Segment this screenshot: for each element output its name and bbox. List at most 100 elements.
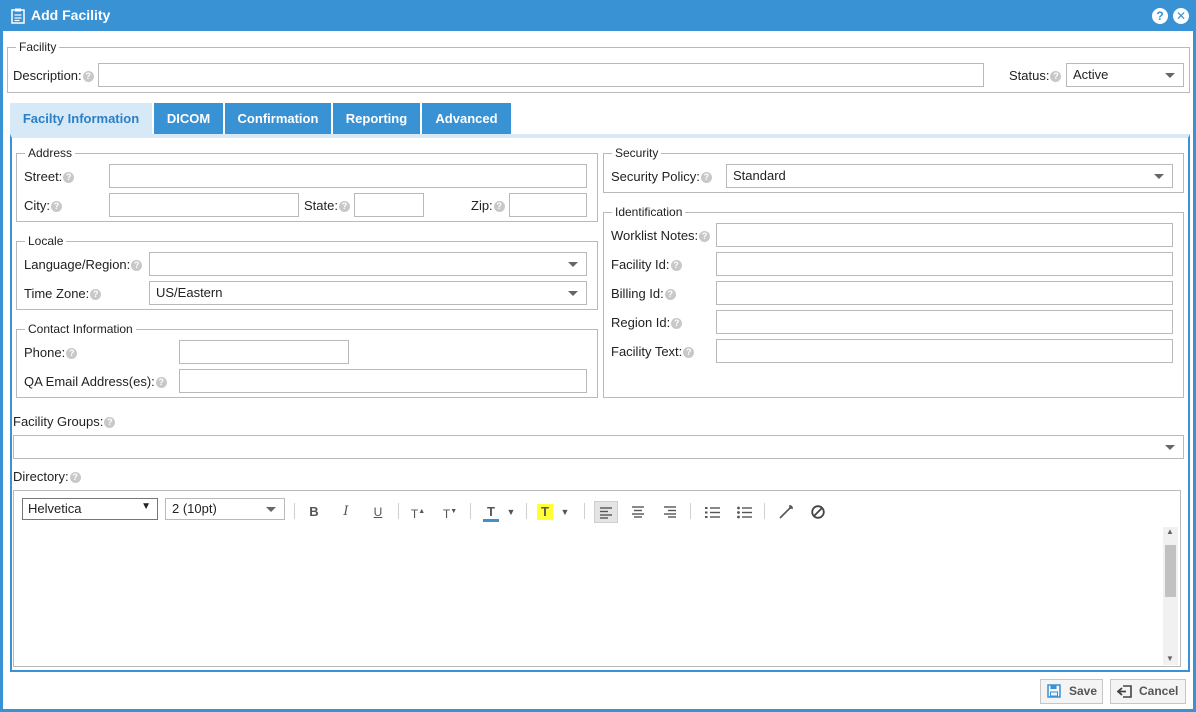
text-color-icon[interactable]: T [480,501,502,523]
clear-format-icon[interactable] [806,501,830,523]
region-id-input[interactable] [716,310,1173,334]
qa-email-label: QA Email Address(es):? [24,374,167,389]
status-label: Status:? [1009,68,1062,83]
save-icon [1047,684,1061,698]
chevron-down-icon[interactable]: ▼ [558,501,572,523]
toolbar-separator [690,503,691,519]
tab-advanced[interactable]: Advanced [422,103,511,135]
identification-legend: Identification [615,205,683,219]
chevron-down-icon[interactable]: ▼ [504,501,518,523]
facility-text-input[interactable] [716,339,1173,363]
help-icon[interactable]: ? [670,260,682,271]
phone-input[interactable] [179,340,349,364]
help-icon[interactable]: ? [69,472,81,483]
tab-facility-information[interactable]: Facilty Information [10,103,152,135]
description-input[interactable] [98,63,984,87]
facility-id-input[interactable] [716,252,1173,276]
street-label: Street:? [24,169,75,184]
help-icon[interactable]: ? [155,377,167,388]
language-select[interactable] [149,252,587,276]
worklist-notes-label: Worklist Notes:? [611,228,711,243]
font-family-select[interactable]: Helvetica ▼ [22,498,158,520]
cancel-label: Cancel [1139,684,1179,698]
save-label: Save [1069,684,1098,698]
chevron-down-icon [1165,73,1175,78]
facility-id-label: Facility Id:? [611,257,682,272]
timezone-value: US/Eastern [156,285,223,300]
ordered-list-icon[interactable] [700,501,724,523]
facility-text-label: Facility Text:? [611,344,695,359]
tab-reporting[interactable]: Reporting [333,103,420,135]
worklist-notes-input[interactable] [716,223,1173,247]
tab-confirmation[interactable]: Confirmation [225,103,331,135]
city-input[interactable] [109,193,299,217]
cancel-button[interactable]: Cancel [1110,679,1186,704]
align-left-icon[interactable] [594,501,618,523]
security-policy-select[interactable]: Standard [726,164,1173,188]
help-button[interactable]: ? [1152,8,1168,24]
help-icon[interactable]: ? [493,201,505,212]
toolbar-separator [470,503,471,519]
editor-scrollbar[interactable]: ▲ ▼ [1163,527,1178,665]
street-input[interactable] [109,164,587,188]
state-input[interactable] [354,193,424,217]
help-icon[interactable]: ? [671,318,683,329]
zip-input[interactable] [509,193,587,217]
scroll-up-icon[interactable]: ▲ [1166,527,1174,536]
exit-icon [1117,685,1132,698]
scroll-thumb[interactable] [1165,545,1176,597]
state-label: State:? [304,198,350,213]
help-icon[interactable]: ? [338,201,350,212]
underline-icon[interactable]: U [366,501,390,523]
help-icon[interactable]: ? [63,172,75,183]
align-right-icon[interactable] [658,501,682,523]
help-icon[interactable]: ? [699,231,711,242]
dialog-title: Add Facility [31,7,111,23]
font-size-select[interactable]: 2 (10pt) [165,498,285,520]
help-icon[interactable]: ? [90,289,102,300]
add-facility-dialog: Add Facility ? ✕ Facility Description:? … [0,0,1196,712]
font-size-value: 2 (10pt) [172,501,217,516]
billing-id-label: Billing Id:? [611,286,676,301]
close-button[interactable]: ✕ [1173,8,1189,24]
help-icon[interactable]: ? [51,201,62,212]
help-icon[interactable]: ? [131,260,143,271]
qa-email-input[interactable] [179,369,587,393]
save-button[interactable]: Save [1040,679,1103,704]
help-icon[interactable]: ? [66,348,78,359]
timezone-select[interactable]: US/Eastern [149,281,587,305]
toolbar-separator [398,503,399,519]
help-icon[interactable]: ? [700,172,712,183]
facility-groups-select[interactable] [13,435,1184,459]
chevron-down-icon [568,291,578,296]
scroll-down-icon[interactable]: ▼ [1166,654,1174,663]
caret-down-icon: ▼ [141,501,151,512]
help-icon[interactable]: ? [104,417,116,428]
unordered-list-icon[interactable] [732,501,756,523]
help-icon[interactable]: ? [683,347,695,358]
close-icon: ✕ [1175,9,1187,23]
directory-editor: Helvetica ▼ 2 (10pt) B I U T▲ T▼ T ▼ T ▼ [13,490,1181,667]
tab-dicom[interactable]: DICOM [154,103,223,135]
help-icon[interactable]: ? [1050,71,1062,82]
status-select[interactable]: Active [1066,63,1184,87]
italic-icon[interactable]: I [334,501,358,523]
facility-legend: Facility [19,40,57,54]
question-icon: ? [1156,9,1164,23]
subscript-icon[interactable]: T▼ [438,501,462,523]
security-policy-value: Standard [733,168,786,183]
help-icon[interactable]: ? [664,289,676,300]
facility-groups-label: Facility Groups:? [13,414,116,429]
bold-icon[interactable]: B [302,501,326,523]
zip-label: Zip:? [471,198,505,213]
address-legend: Address [28,146,73,160]
locale-legend: Locale [28,234,64,248]
status-value: Active [1073,67,1109,82]
font-family-value: Helvetica [28,501,82,516]
superscript-icon[interactable]: T▲ [406,501,430,523]
align-center-icon[interactable] [626,501,650,523]
highlight-color-icon[interactable]: T [534,501,556,523]
help-icon[interactable]: ? [82,71,94,82]
billing-id-input[interactable] [716,281,1173,305]
magic-wand-icon[interactable] [774,501,798,523]
